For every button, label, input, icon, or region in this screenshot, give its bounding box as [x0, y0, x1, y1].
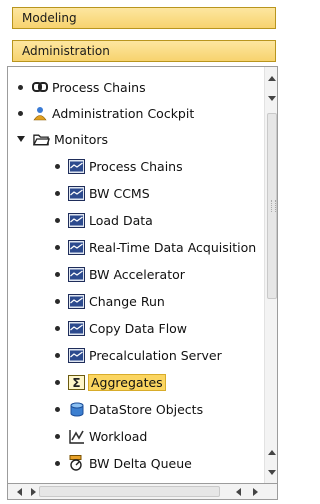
monitor-icon	[68, 293, 85, 310]
scroll-right-icon[interactable]	[248, 484, 262, 499]
bullet-icon	[55, 163, 60, 169]
monitor-icon	[68, 212, 85, 229]
bullet-icon	[55, 271, 60, 277]
scroll-right-icon[interactable]	[26, 484, 40, 499]
bullet-icon	[18, 84, 23, 90]
tree-item-monitors[interactable]: Monitors	[17, 126, 108, 152]
tree-item-label: Precalculation Server	[89, 347, 222, 363]
bullet-icon	[55, 433, 60, 439]
user-person-icon	[31, 105, 48, 122]
tree-item-precalculation-server[interactable]: Precalculation Server	[55, 342, 222, 368]
vertical-scroll-thumb[interactable]	[267, 113, 277, 299]
tree-item-label: Administration Cockpit	[52, 105, 195, 121]
tree-item-label: BW Accelerator	[89, 266, 185, 282]
delta-queue-icon	[68, 455, 85, 472]
monitor-icon	[68, 239, 85, 256]
tree-item-label: DataStore Objects	[89, 401, 204, 417]
tree-item-copy-data-flow[interactable]: Copy Data Flow	[55, 315, 187, 341]
bullet-icon	[55, 325, 60, 331]
bullet-icon	[55, 352, 60, 358]
tree-item-load-data[interactable]: Load Data	[55, 207, 153, 233]
tree-item-label: Real-Time Data Acquisition	[89, 239, 257, 255]
tree-item-bw-ccms[interactable]: BW CCMS	[55, 180, 150, 206]
tree-item-label: Process Chains	[52, 79, 146, 95]
horizontal-scrollbar[interactable]	[7, 484, 278, 500]
database-cylinder-icon	[68, 401, 85, 418]
sigma-icon: Σ	[68, 374, 85, 391]
bullet-icon	[55, 406, 60, 412]
monitor-icon	[68, 185, 85, 202]
page-up-icon[interactable]	[265, 445, 277, 459]
scroll-up-icon[interactable]	[265, 71, 277, 85]
scroll-left-icon[interactable]	[231, 484, 245, 499]
tree-item-change-run[interactable]: Change Run	[55, 288, 165, 314]
tree-item-bw-delta-queue[interactable]: BW Delta Queue	[55, 450, 192, 476]
bullet-icon	[55, 190, 60, 196]
tree-item-label: Copy Data Flow	[89, 320, 188, 336]
bullet-icon	[55, 244, 60, 250]
tree-item-label: Process Chains	[89, 158, 183, 174]
tree-item-label: Workload	[89, 428, 148, 444]
tree-item-label: Monitors	[54, 131, 109, 147]
monitor-icon	[68, 320, 85, 337]
tree-item-label: Change Run	[89, 293, 165, 309]
scroll-left-icon[interactable]	[12, 484, 26, 499]
tree-item-bw-accelerator[interactable]: BW Accelerator	[55, 261, 185, 287]
chain-link-icon	[31, 79, 48, 96]
tab-administration[interactable]: Administration	[12, 40, 276, 62]
tree-item-administration-cockpit[interactable]: Administration Cockpit	[18, 100, 194, 126]
scroll-down-icon[interactable]	[265, 465, 277, 479]
tree-item-label: BW Delta Queue	[89, 455, 192, 471]
tree-item-aggregates[interactable]: Σ Aggregates	[55, 369, 166, 395]
navigation-tree-panel: Process Chains Administration Cockpit Mo…	[7, 66, 278, 484]
tree-item-datastore-objects[interactable]: DataStore Objects	[55, 396, 203, 422]
svg-text:Σ: Σ	[72, 376, 80, 390]
expand-arrow-icon[interactable]	[17, 136, 25, 142]
bullet-icon	[18, 110, 23, 116]
tab-modeling[interactable]: Modeling	[12, 7, 276, 29]
bullet-icon	[55, 460, 60, 466]
tree-item-label-selected: Aggregates	[88, 373, 166, 391]
tree-item-monitor-process-chains[interactable]: Process Chains	[55, 153, 183, 179]
bullet-icon	[55, 298, 60, 304]
monitor-icon	[68, 347, 85, 364]
vertical-scrollbar[interactable]	[264, 67, 277, 483]
tree-item-workload[interactable]: Workload	[55, 423, 147, 449]
monitor-icon	[68, 158, 85, 175]
page-up-icon[interactable]	[265, 91, 277, 105]
bullet-icon	[55, 217, 60, 223]
bullet-icon	[55, 379, 60, 385]
horizontal-scroll-thumb[interactable]	[39, 486, 220, 497]
tree-item-label: BW CCMS	[89, 185, 150, 201]
folder-open-icon	[33, 131, 50, 148]
tree-item-process-chains[interactable]: Process Chains	[18, 74, 146, 100]
tree-item-label: Load Data	[89, 212, 153, 228]
chart-graph-icon	[68, 428, 85, 445]
monitor-icon	[68, 266, 85, 283]
tree-item-real-time-data-acquisition[interactable]: Real-Time Data Acquisition	[55, 234, 256, 260]
